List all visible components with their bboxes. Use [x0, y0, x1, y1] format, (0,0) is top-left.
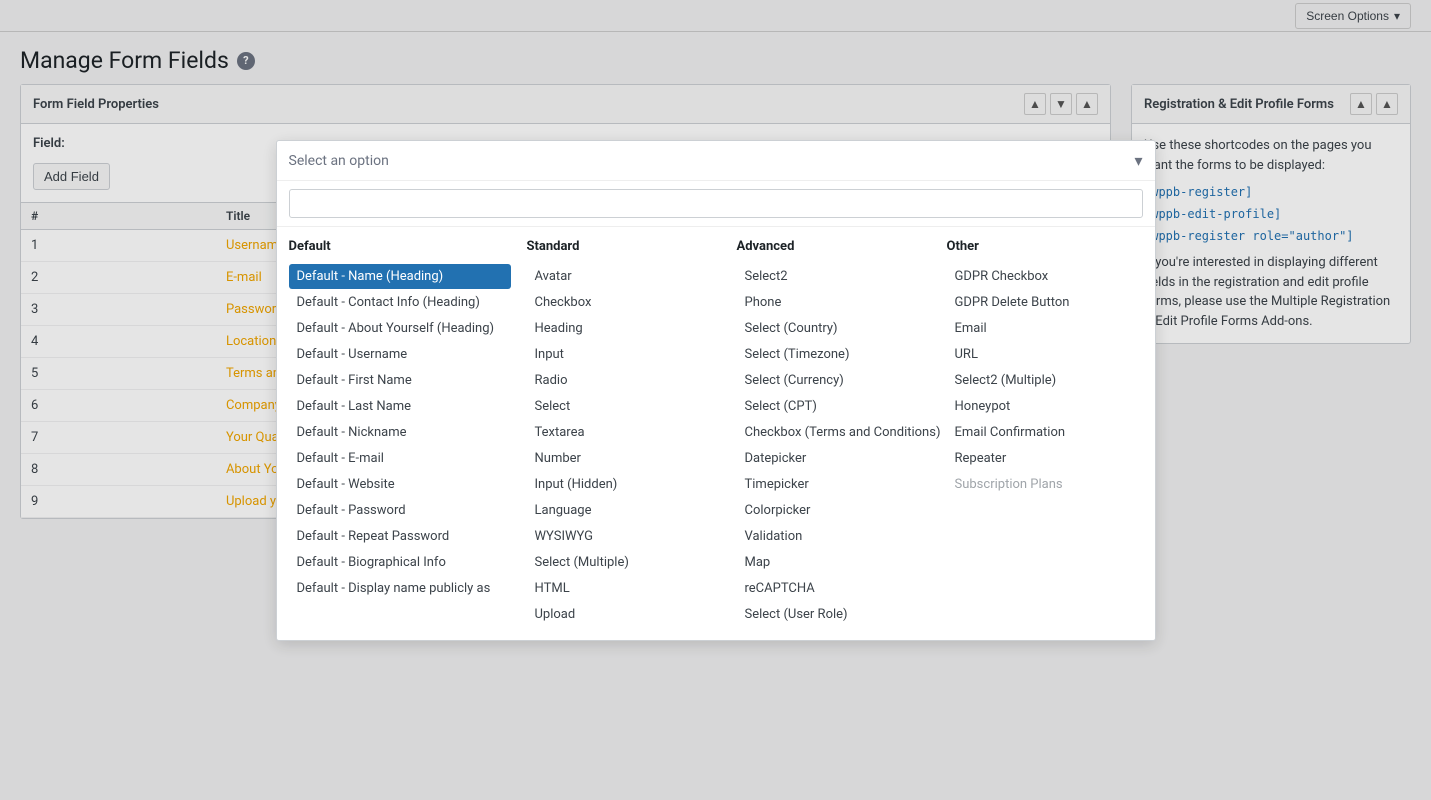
advanced-column: Advanced Select2PhoneSelect (Country)Sel…: [729, 239, 939, 628]
option-item[interactable]: Default - Biographical Info: [289, 550, 511, 575]
option-item[interactable]: Colorpicker: [737, 498, 931, 523]
option-item[interactable]: Email Confirmation: [947, 420, 1141, 445]
option-item[interactable]: Default - About Yourself (Heading): [289, 316, 511, 341]
dropdown-panel: Select an option ▾ Default Default - Nam…: [276, 140, 1156, 641]
option-item[interactable]: Timepicker: [737, 472, 931, 497]
option-item[interactable]: URL: [947, 342, 1141, 367]
option-item[interactable]: Textarea: [527, 420, 721, 445]
option-item[interactable]: Default - Password: [289, 498, 511, 523]
other-column-header: Other: [947, 239, 1141, 258]
dropdown-search: [277, 181, 1155, 227]
option-item[interactable]: Input (Hidden): [527, 472, 721, 497]
option-item[interactable]: Default - Last Name: [289, 394, 511, 419]
advanced-items: Select2PhoneSelect (Country)Select (Time…: [737, 264, 931, 627]
option-item[interactable]: Select2 (Multiple): [947, 368, 1141, 393]
option-item[interactable]: Map: [737, 550, 931, 575]
option-item[interactable]: Number: [527, 446, 721, 471]
option-item[interactable]: Select (Timezone): [737, 342, 931, 367]
option-item[interactable]: Avatar: [527, 264, 721, 289]
option-item[interactable]: Input: [527, 342, 721, 367]
dropdown-chevron-icon[interactable]: ▾: [1134, 151, 1142, 170]
option-item[interactable]: Radio: [527, 368, 721, 393]
option-item: Subscription Plans: [947, 472, 1141, 497]
option-item[interactable]: Default - E-mail: [289, 446, 511, 471]
option-item[interactable]: Email: [947, 316, 1141, 341]
option-item[interactable]: Select (Currency): [737, 368, 931, 393]
option-item[interactable]: Select (Multiple): [527, 550, 721, 575]
other-column: Other GDPR CheckboxGDPR Delete ButtonEma…: [939, 239, 1149, 628]
dropdown-overlay: Select an option ▾ Default Default - Nam…: [0, 0, 1431, 800]
option-item[interactable]: Select (CPT): [737, 394, 931, 419]
option-item[interactable]: Default - Repeat Password: [289, 524, 511, 549]
option-item[interactable]: Default - Nickname: [289, 420, 511, 445]
option-item[interactable]: Validation: [737, 524, 931, 549]
default-items: Default - Name (Heading)Default - Contac…: [289, 264, 511, 601]
default-column: Default Default - Name (Heading)Default …: [289, 239, 519, 628]
option-item[interactable]: Default - Name (Heading): [289, 264, 511, 289]
options-grid: Default Default - Name (Heading)Default …: [277, 227, 1155, 640]
option-item[interactable]: HTML: [527, 576, 721, 601]
option-item[interactable]: reCAPTCHA: [737, 576, 931, 601]
option-item[interactable]: Heading: [527, 316, 721, 341]
standard-column-header: Standard: [527, 239, 721, 258]
option-item[interactable]: Select: [527, 394, 721, 419]
dropdown-search-input[interactable]: [289, 189, 1143, 218]
option-item[interactable]: Upload: [527, 602, 721, 627]
option-item[interactable]: Checkbox: [527, 290, 721, 315]
dropdown-header[interactable]: Select an option ▾: [277, 141, 1155, 181]
option-item[interactable]: Default - Username: [289, 342, 511, 367]
option-item[interactable]: Select2: [737, 264, 931, 289]
option-item[interactable]: Honeypot: [947, 394, 1141, 419]
standard-column: Standard AvatarCheckboxHeadingInputRadio…: [519, 239, 729, 628]
option-item[interactable]: GDPR Delete Button: [947, 290, 1141, 315]
option-item[interactable]: Phone: [737, 290, 931, 315]
standard-items: AvatarCheckboxHeadingInputRadioSelectTex…: [527, 264, 721, 627]
option-item[interactable]: Select (User Role): [737, 602, 931, 627]
option-item[interactable]: Checkbox (Terms and Conditions): [737, 420, 931, 445]
dropdown-placeholder: Select an option: [289, 153, 389, 169]
option-item[interactable]: Default - Display name publicly as: [289, 576, 511, 601]
option-item[interactable]: Default - Website: [289, 472, 511, 497]
option-item[interactable]: WYSIWYG: [527, 524, 721, 549]
default-column-header: Default: [289, 239, 511, 258]
option-item[interactable]: Language: [527, 498, 721, 523]
option-item[interactable]: GDPR Checkbox: [947, 264, 1141, 289]
option-item[interactable]: Default - Contact Info (Heading): [289, 290, 511, 315]
option-item[interactable]: Repeater: [947, 446, 1141, 471]
option-item[interactable]: Datepicker: [737, 446, 931, 471]
option-item[interactable]: Default - First Name: [289, 368, 511, 393]
option-item[interactable]: Select (Country): [737, 316, 931, 341]
advanced-column-header: Advanced: [737, 239, 931, 258]
other-items: GDPR CheckboxGDPR Delete ButtonEmailURLS…: [947, 264, 1141, 497]
